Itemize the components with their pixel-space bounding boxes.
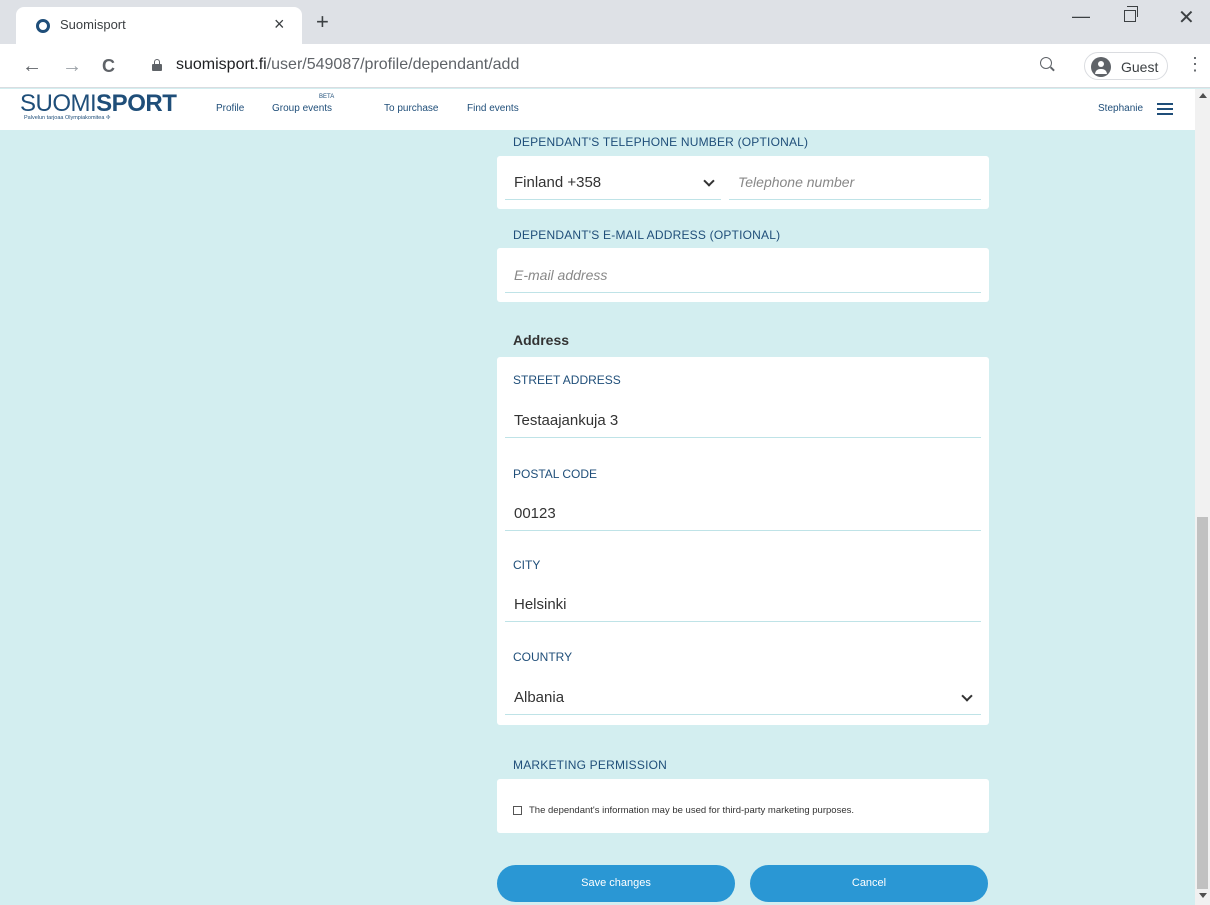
city-value: Helsinki: [514, 596, 567, 613]
postal-code-label: POSTAL CODE: [513, 467, 598, 481]
street-address-value: Testaajankuja 3: [514, 412, 619, 429]
url-host: suomisport.fi: [176, 56, 267, 73]
country-label: COUNTRY: [513, 650, 573, 664]
scroll-up-arrow-icon[interactable]: [1199, 93, 1207, 98]
address-heading: Address: [513, 332, 570, 348]
street-address-input[interactable]: Testaajankuja 3: [505, 406, 981, 438]
url-text[interactable]: suomisport.fi/user/549087/profile/depend…: [176, 56, 519, 74]
browser-tabstrip: Suomisport × + — ✕: [0, 0, 1210, 44]
close-tab-icon[interactable]: ×: [274, 14, 285, 34]
browser-tab[interactable]: Suomisport ×: [16, 7, 302, 44]
country-code-value: Finland +358: [514, 174, 602, 191]
chevron-down-icon: [961, 690, 973, 702]
nav-find-events[interactable]: Find events: [467, 103, 519, 114]
country-select[interactable]: Albania: [505, 683, 981, 715]
browser-menu-icon[interactable]: ⋮: [1186, 54, 1204, 75]
marketing-section-label: MARKETING PERMISSION: [513, 758, 668, 772]
logo-text-light: SUOMI: [20, 90, 97, 117]
profile-label: Guest: [1121, 59, 1159, 75]
street-address-label: STREET ADDRESS: [513, 373, 621, 387]
nav-profile[interactable]: Profile: [216, 103, 244, 114]
new-tab-button[interactable]: +: [316, 11, 329, 33]
restore-window-button[interactable]: [1124, 6, 1138, 22]
reload-icon[interactable]: C: [102, 56, 115, 76]
close-window-button[interactable]: ✕: [1178, 5, 1195, 30]
telephone-section-label: DEPENDANT'S TELEPHONE NUMBER (OPTIONAL): [513, 135, 809, 149]
marketing-permission-label[interactable]: The dependant's information may be used …: [529, 805, 854, 816]
logo-text-bold: SPORT: [96, 90, 177, 117]
country-value: Albania: [514, 689, 565, 706]
telephone-input[interactable]: Telephone number: [729, 168, 981, 200]
nav-to-purchase[interactable]: To purchase: [384, 103, 438, 114]
nav-group-events[interactable]: Group events: [272, 103, 332, 114]
suomisport-favicon-icon: [36, 19, 50, 33]
address-bar[interactable]: suomisport.fi/user/549087/profile/depend…: [140, 50, 1070, 82]
hamburger-menu-icon[interactable]: [1157, 103, 1173, 115]
address-card: STREET ADDRESS Testaajankuja 3 POSTAL CO…: [497, 357, 989, 725]
user-name[interactable]: Stephanie: [1098, 103, 1143, 114]
cancel-button[interactable]: Cancel: [750, 865, 988, 902]
zoom-out-icon[interactable]: [1040, 57, 1052, 69]
scroll-down-arrow-icon[interactable]: [1199, 893, 1207, 898]
city-input[interactable]: Helsinki: [505, 590, 981, 622]
marketing-card: The dependant's information may be used …: [497, 779, 989, 833]
email-input[interactable]: E-mail address: [505, 261, 981, 293]
chevron-down-icon: [703, 175, 715, 187]
email-card: E-mail address: [497, 248, 989, 302]
profile-button[interactable]: Guest: [1084, 52, 1168, 80]
tab-title: Suomisport: [60, 17, 126, 32]
postal-code-input[interactable]: 00123: [505, 499, 981, 531]
telephone-placeholder: Telephone number: [738, 174, 855, 190]
page-scrollbar[interactable]: [1195, 89, 1210, 905]
postal-code-value: 00123: [514, 505, 556, 522]
browser-toolbar: ← → C suomisport.fi/user/549087/profile/…: [0, 44, 1210, 88]
beta-badge: BETA: [319, 94, 335, 100]
minimize-window-button[interactable]: —: [1072, 6, 1090, 27]
lock-icon[interactable]: [152, 59, 162, 71]
email-section-label: DEPENDANT'S E-MAIL ADDRESS (OPTIONAL): [513, 228, 781, 242]
guest-avatar-icon: [1091, 57, 1111, 77]
site-header: SUOMISPORT Palvelun tarjoaa Olympiakomit…: [0, 89, 1195, 130]
logo-tagline: Palvelun tarjoaa Olympiakomitea ✢: [24, 115, 111, 121]
back-arrow-icon[interactable]: ←: [22, 56, 42, 76]
url-path: /user/549087/profile/dependant/add: [266, 56, 520, 73]
email-placeholder: E-mail address: [514, 267, 608, 283]
suomisport-logo[interactable]: SUOMISPORT: [20, 90, 177, 117]
marketing-permission-checkbox[interactable]: [513, 806, 522, 815]
country-code-select[interactable]: Finland +358: [505, 168, 721, 200]
forward-arrow-icon[interactable]: →: [62, 56, 82, 76]
scrollbar-thumb[interactable]: [1197, 517, 1208, 889]
save-changes-button[interactable]: Save changes: [497, 865, 735, 902]
city-label: CITY: [513, 558, 541, 572]
telephone-card: Finland +358 Telephone number: [497, 156, 989, 209]
